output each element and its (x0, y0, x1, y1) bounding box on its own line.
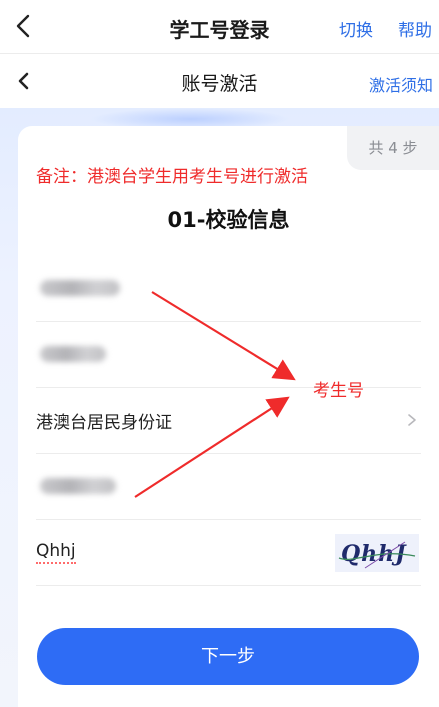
step-count-badge: 共 4 步 (347, 126, 439, 170)
blurred-value (40, 478, 116, 494)
chevron-right-icon (408, 414, 416, 426)
next-step-button[interactable]: 下一步 (37, 628, 419, 685)
captcha-input[interactable]: Qhhj (36, 540, 76, 564)
help-link[interactable]: 帮助 (398, 16, 432, 41)
blurred-value (40, 280, 120, 296)
sub-bar: 账号激活 激活须知 (0, 54, 439, 108)
back-icon[interactable] (10, 12, 38, 40)
back-icon[interactable] (12, 69, 36, 93)
form-card: 共 4 步 备注：港澳台学生用考生号进行激活 01-校验信息 港澳台居民身份证 … (18, 126, 439, 707)
activation-notice-link[interactable]: 激活须知 (369, 72, 433, 96)
section-title: 01-校验信息 (167, 208, 290, 232)
captcha-image[interactable]: QhhJ (335, 534, 419, 572)
remark-text: 备注：港澳台学生用考生号进行激活 (36, 167, 308, 187)
id-number-field[interactable] (36, 454, 421, 520)
captcha-row: Qhhj QhhJ (36, 520, 421, 586)
switch-link[interactable]: 切换 (339, 16, 373, 41)
top-bar: 学工号登录 切换 帮助 (0, 0, 439, 54)
annotation-label: 考生号 (313, 381, 364, 401)
id-type-label: 港澳台居民身份证 (36, 413, 172, 433)
blurred-value (40, 346, 106, 362)
page-title: 学工号登录 (169, 18, 270, 42)
name-field[interactable] (36, 256, 421, 322)
